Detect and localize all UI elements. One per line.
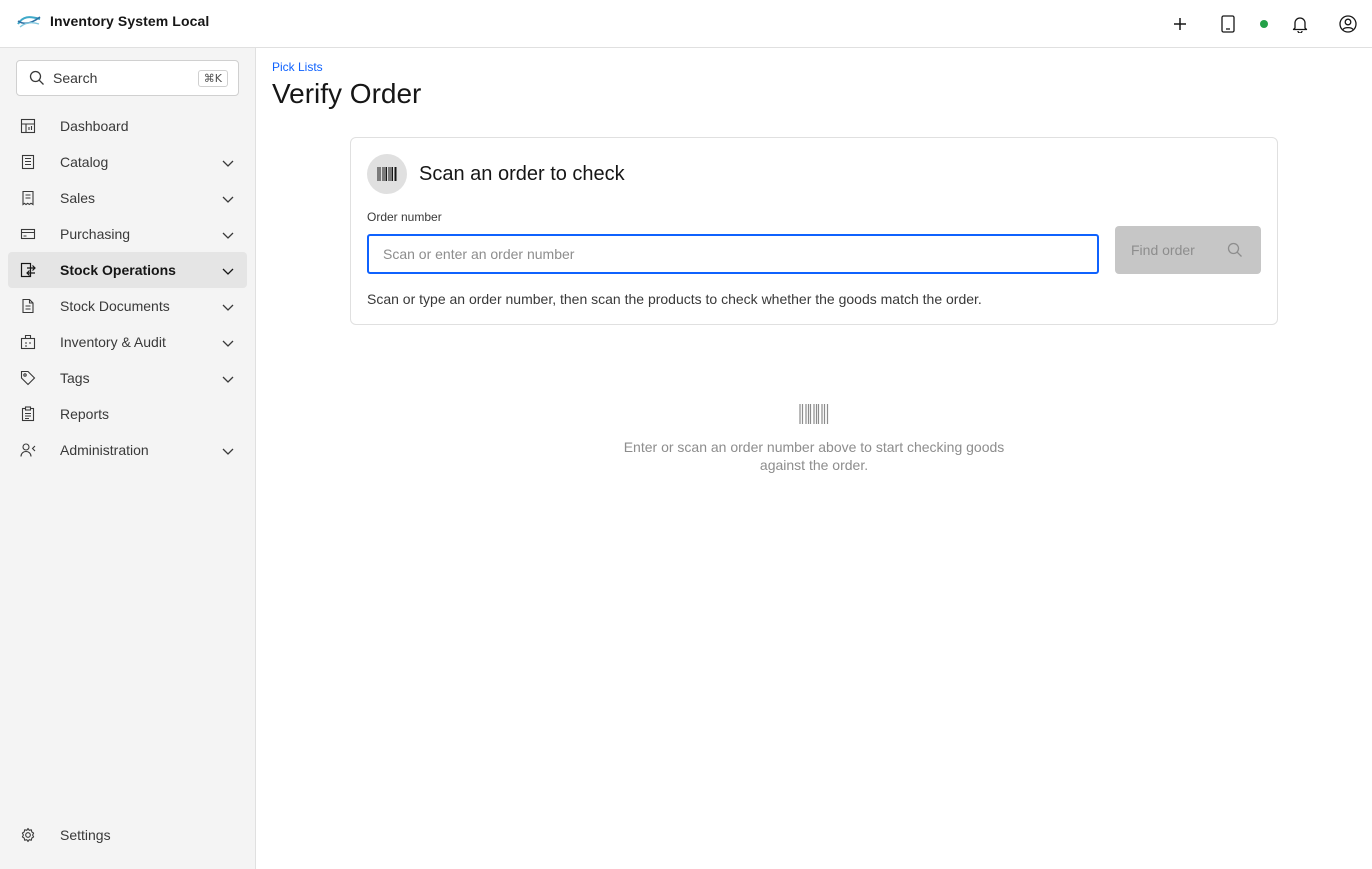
- chevron-down-icon: [222, 304, 234, 311]
- document-icon: [22, 298, 34, 314]
- chevron-down-icon: [222, 196, 234, 203]
- chevron-down-icon: [222, 376, 234, 383]
- add-button[interactable]: [1168, 12, 1192, 36]
- sidebar-item-stock-documents[interactable]: Stock Documents: [8, 288, 247, 324]
- connection-status-indicator: [1260, 20, 1268, 28]
- order-number-input[interactable]: [367, 234, 1099, 274]
- helper-text: Scan or type an order number, then scan …: [367, 291, 982, 307]
- sidebar-item-inventory-audit[interactable]: Inventory & Audit: [8, 324, 247, 360]
- tag-icon: [20, 370, 36, 386]
- sidebar-item-dashboard[interactable]: Dashboard: [8, 108, 247, 144]
- top-header: Inventory System Local: [0, 0, 1372, 48]
- app-title: Inventory System Local: [50, 13, 210, 29]
- sidebar-item-label: Administration: [60, 442, 149, 458]
- dashboard-icon: [20, 118, 36, 134]
- sidebar-item-label: Catalog: [60, 154, 109, 170]
- chevron-down-icon: [222, 448, 234, 455]
- sidebar-item-label: Settings: [60, 827, 111, 843]
- sidebar-nav: Dashboard Catalog Sales Purchasing Stock…: [8, 108, 247, 468]
- inventory-icon: [20, 334, 36, 350]
- scan-order-card: Scan an order to check Order number Find…: [350, 137, 1278, 325]
- sidebar: Search ⌘K Dashboard Catalog Sales Purcha…: [0, 48, 256, 869]
- barcode-icon: [377, 167, 397, 181]
- device-button[interactable]: [1216, 12, 1240, 36]
- sidebar-item-stock-operations[interactable]: Stock Operations: [8, 252, 247, 288]
- search-icon: [1227, 242, 1242, 257]
- sidebar-item-catalog[interactable]: Catalog: [8, 144, 247, 180]
- sidebar-item-tags[interactable]: Tags: [8, 360, 247, 396]
- page-title: Verify Order: [272, 78, 422, 109]
- search-shortcut: ⌘K: [197, 69, 228, 87]
- transfer-icon: [20, 262, 36, 278]
- sidebar-item-label: Tags: [60, 370, 90, 386]
- search-icon: [29, 70, 44, 85]
- user-avatar-icon: [1339, 15, 1357, 33]
- user-admin-icon: [20, 443, 36, 457]
- barcode-icon: [799, 404, 829, 424]
- sidebar-item-administration[interactable]: Administration: [8, 432, 247, 468]
- sidebar-item-label: Stock Operations: [60, 262, 176, 278]
- user-menu-button[interactable]: [1336, 12, 1360, 36]
- catalog-icon: [21, 154, 35, 170]
- chevron-down-icon: [222, 160, 234, 167]
- chevron-down-icon: [222, 340, 234, 347]
- card-title: Scan an order to check: [419, 163, 625, 185]
- sidebar-item-reports[interactable]: Reports: [8, 396, 247, 432]
- order-number-label: Order number: [367, 210, 442, 224]
- find-order-label: Find order: [1131, 242, 1195, 258]
- notifications-button[interactable]: [1288, 12, 1312, 36]
- sidebar-item-label: Sales: [60, 190, 96, 206]
- empty-state: Enter or scan an order number above to s…: [614, 402, 1014, 474]
- report-icon: [21, 406, 35, 422]
- search-input[interactable]: Search ⌘K: [16, 60, 239, 96]
- chevron-down-icon: [222, 268, 234, 275]
- gear-icon: [21, 827, 35, 843]
- brand[interactable]: Inventory System Local: [16, 10, 209, 32]
- card-icon: [20, 228, 36, 240]
- empty-state-text: Enter or scan an order number above to s…: [623, 439, 1005, 473]
- sidebar-item-label: Stock Documents: [60, 298, 170, 314]
- main-content: Pick Lists Verify Order Scan an order to…: [256, 48, 1372, 869]
- chevron-down-icon: [222, 232, 234, 239]
- sidebar-item-purchasing[interactable]: Purchasing: [8, 216, 247, 252]
- brand-logo: [17, 16, 41, 28]
- sidebar-item-settings[interactable]: Settings: [8, 817, 247, 853]
- bell-icon: [1292, 17, 1308, 33]
- find-order-button[interactable]: Find order: [1115, 226, 1261, 274]
- sidebar-item-sales[interactable]: Sales: [8, 180, 247, 216]
- sidebar-item-label: Inventory & Audit: [60, 334, 166, 350]
- card-icon-badge: [367, 154, 407, 194]
- sidebar-item-label: Purchasing: [60, 226, 131, 242]
- sidebar-item-label: Reports: [60, 406, 110, 422]
- receipt-icon: [22, 190, 34, 206]
- breadcrumb-pick-lists[interactable]: Pick Lists: [272, 60, 323, 74]
- plus-icon: [1174, 18, 1186, 30]
- tablet-icon: [1221, 15, 1235, 33]
- search-label: Search: [53, 70, 98, 86]
- sidebar-item-label: Dashboard: [60, 118, 129, 134]
